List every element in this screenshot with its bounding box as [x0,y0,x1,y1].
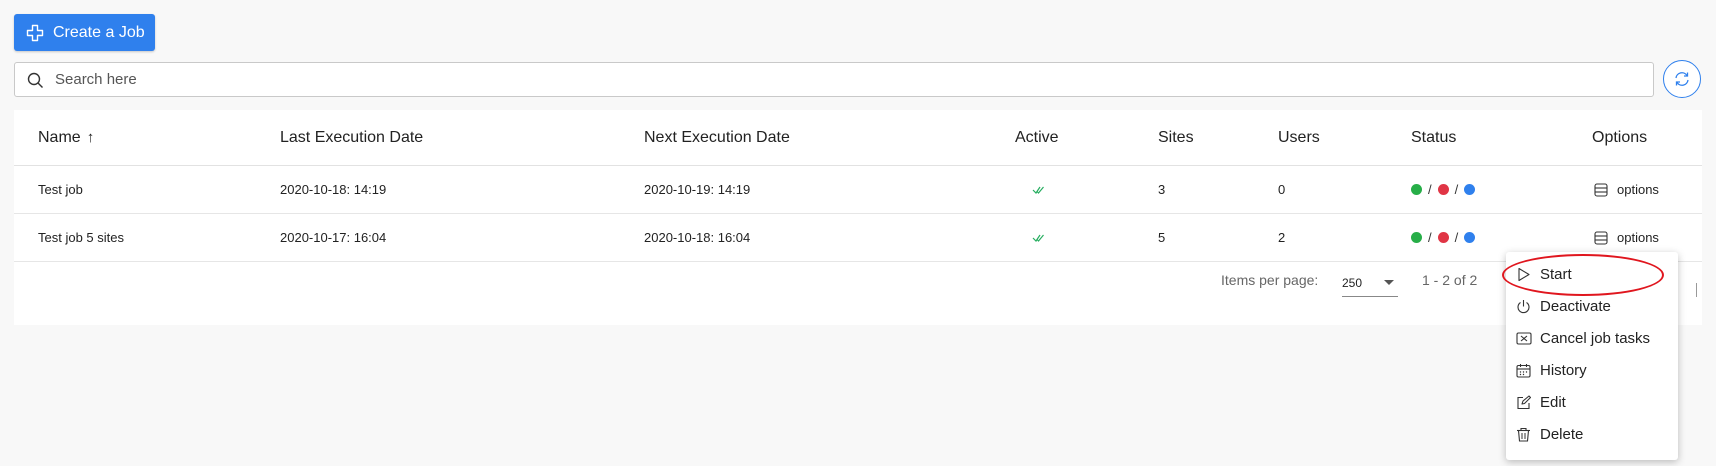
search-input[interactable] [53,70,1617,89]
cancel-tasks-icon [1516,331,1532,345]
column-header-name[interactable]: Name ↑ [38,110,94,165]
menu-item-delete[interactable]: Delete [1506,418,1678,450]
options-menu: Start Deactivate Cancel job tasks Histor… [1506,252,1678,460]
next-execution-date: 2020-10-18: 16:04 [644,230,751,245]
menu-item-cancel-job-tasks[interactable]: Cancel job tasks [1506,322,1678,354]
sites-count: 5 [1158,230,1166,245]
table-row[interactable]: Test job 5 sites 2020-10-17: 16:04 2020-… [14,214,1702,262]
create-job-label: Create a Job [53,23,145,41]
status-dot-blue [1464,184,1476,195]
column-header-last-execution[interactable]: Last Execution Date [280,110,423,165]
list-icon [1594,230,1608,245]
list-icon [1594,182,1608,197]
refresh-icon [1675,72,1689,86]
refresh-button[interactable] [1663,60,1701,98]
pagination-range: 1 - 2 of 2 [1422,272,1478,288]
menu-item-deactivate[interactable]: Deactivate [1506,290,1678,322]
menu-item-edit[interactable]: Edit [1506,386,1678,418]
active-check-icon [1032,166,1046,213]
table-row[interactable]: Test job 2020-10-18: 14:19 2020-10-19: 1… [14,166,1702,214]
column-header-options: Options [1592,128,1648,146]
last-execution-date: 2020-10-17: 16:04 [280,230,387,245]
options-button[interactable]: options [1594,166,1659,213]
column-header-status[interactable]: Status [1411,110,1456,165]
items-per-page-value: 250 [1342,276,1363,290]
status-dot-green [1411,184,1422,195]
job-name: Test job [38,182,83,197]
trash-icon [1517,427,1530,442]
column-name-label: Name [38,128,81,146]
items-per-page-select[interactable]: 250 [1342,270,1398,297]
plus-icon [26,24,44,41]
jobs-table: Name ↑ Last Execution Date Next Executio… [14,110,1702,325]
menu-item-history[interactable]: History [1506,354,1678,386]
column-header-next-execution[interactable]: Next Execution Date [644,110,790,165]
sites-count: 3 [1158,182,1166,197]
column-header-users[interactable]: Users [1278,110,1320,165]
edit-icon [1517,394,1531,409]
calendar-icon [1516,363,1531,378]
users-count: 2 [1278,230,1286,245]
play-icon [1518,267,1530,281]
status-separator: / [1454,230,1459,245]
create-job-button[interactable]: Create a Job [14,14,155,51]
search-bar[interactable] [14,62,1654,97]
status-separator: / [1428,230,1432,245]
options-label: options [1617,182,1659,197]
options-label: options [1617,230,1659,245]
last-execution-date: 2020-10-18: 14:19 [280,182,387,197]
next-execution-date: 2020-10-19: 14:19 [644,182,751,197]
column-header-active[interactable]: Active [1015,110,1059,165]
table-header: Name ↑ Last Execution Date Next Executio… [14,110,1702,166]
pagination-divider [1696,283,1697,297]
column-header-sites[interactable]: Sites [1158,110,1194,165]
active-check-icon [1032,214,1046,261]
status-indicators: / / [1411,214,1476,261]
power-icon [1517,299,1530,313]
sort-arrow-icon: ↑ [86,129,95,146]
status-dot-red [1437,184,1449,195]
job-name: Test job 5 sites [38,230,124,245]
status-indicators: / / [1411,166,1476,213]
status-separator: / [1454,182,1459,197]
chevron-down-icon [1384,280,1394,285]
status-dot-red [1437,232,1449,243]
status-dot-green [1411,232,1422,243]
search-icon [27,72,43,88]
items-per-page-label: Items per page: [1221,272,1319,288]
users-count: 0 [1278,182,1286,197]
status-dot-blue [1464,232,1476,243]
menu-item-start[interactable]: Start [1506,258,1678,290]
status-separator: / [1428,182,1432,197]
